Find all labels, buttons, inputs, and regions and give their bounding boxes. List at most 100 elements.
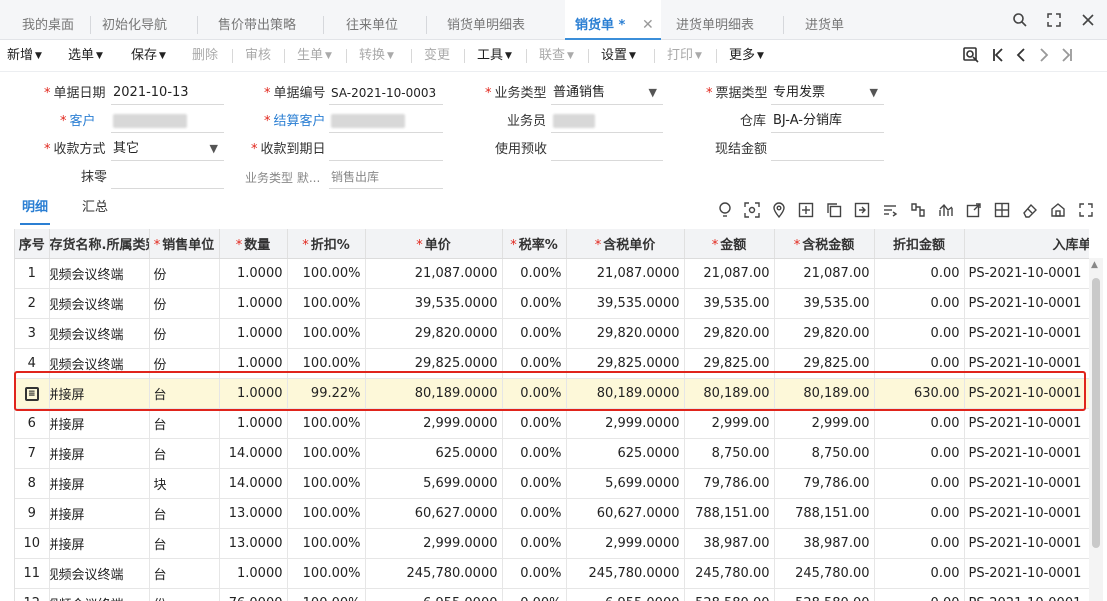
table-cell[interactable]: 245,780.00: [774, 558, 875, 589]
table-cell[interactable]: 0.00%: [502, 528, 567, 559]
table-cell[interactable]: 6,955.0000: [566, 588, 685, 601]
table-cell[interactable]: 2,999.0000: [566, 408, 685, 439]
table-cell[interactable]: 2,999.0000: [365, 528, 503, 559]
table-cell[interactable]: 2,999.0000: [365, 408, 503, 439]
table-cell[interactable]: PS-2021-10-0001: [964, 438, 1089, 469]
table-cell[interactable]: 0.00: [874, 408, 965, 439]
more-button[interactable]: 更多 ▼: [729, 48, 764, 64]
table-cell[interactable]: 13.0000: [219, 498, 288, 529]
table-cell[interactable]: 6: [15, 408, 50, 439]
query-button[interactable]: 联查 ▼: [539, 48, 574, 64]
scrollbar-thumb[interactable]: [1092, 278, 1100, 548]
table-cell[interactable]: 528,580.00: [774, 588, 875, 601]
table-cell[interactable]: 38,987.00: [684, 528, 775, 559]
biztype-select[interactable]: 普通销售 ▼: [551, 83, 663, 105]
search-icon[interactable]: [1010, 12, 1030, 32]
table-row[interactable]: 2 视频会议终端份 1.0000 100.00% 39,535.0000 0.00% 39,…: [15, 288, 1089, 319]
table-cell[interactable]: 2: [15, 288, 50, 319]
table-cell[interactable]: 0.00: [874, 438, 965, 469]
table-cell[interactable]: 6,955.0000: [365, 588, 503, 601]
table-cell[interactable]: 625.0000: [566, 438, 685, 469]
table-cell[interactable]: 0.00%: [502, 438, 567, 469]
table-cell[interactable]: 0.00: [874, 258, 965, 289]
export-icon[interactable]: [966, 202, 982, 223]
table-cell[interactable]: 39,535.00: [684, 288, 775, 319]
table-row[interactable]: 8 拼接屏块 14.0000 100.00% 5,699.0000 0.00% 5,699.…: [15, 468, 1089, 499]
table-row[interactable]: 10 拼接屏台 13.0000 100.00% 2,999.0000 0.00% 2,999…: [15, 528, 1089, 559]
split-icon[interactable]: [910, 202, 926, 223]
table-cell[interactable]: 0.00%: [502, 408, 567, 439]
column-header[interactable]: * 数量: [219, 229, 288, 259]
table-cell[interactable]: 视频会议终端: [49, 288, 150, 319]
table-cell[interactable]: 2,999.00: [774, 408, 875, 439]
table-cell[interactable]: 100.00%: [287, 588, 366, 601]
next-record-icon[interactable]: [1037, 46, 1051, 69]
table-cell[interactable]: 60,627.0000: [365, 498, 503, 529]
table-cell[interactable]: 100.00%: [287, 318, 366, 349]
table-cell[interactable]: 39,535.00: [774, 288, 875, 319]
fullscreen-icon[interactable]: [1078, 202, 1094, 223]
settle-customer-label[interactable]: * 结算客户: [264, 114, 326, 130]
table-cell[interactable]: 台: [149, 498, 220, 529]
table-cell[interactable]: 视频会议终端: [49, 318, 150, 349]
settle-customer-field[interactable]: [329, 111, 443, 133]
table-cell[interactable]: 2,999.00: [684, 408, 775, 439]
table-cell[interactable]: 0.00%: [502, 558, 567, 589]
table-cell[interactable]: PS-2021-10-0001: [964, 288, 1089, 319]
date-field[interactable]: 2021-10-13: [111, 83, 224, 105]
table-cell[interactable]: 29,820.00: [684, 318, 775, 349]
table-cell[interactable]: 7: [15, 438, 50, 469]
table-cell[interactable]: 79,786.00: [684, 468, 775, 499]
table-cell[interactable]: 0.00%: [502, 588, 567, 601]
table-cell[interactable]: 100.00%: [287, 468, 366, 499]
scan-icon[interactable]: [744, 202, 760, 223]
filter-icon[interactable]: [882, 202, 898, 223]
table-cell[interactable]: 38,987.00: [774, 528, 875, 559]
table-row[interactable]: 9 拼接屏台 13.0000 100.00% 60,627.0000 0.00% 60,62…: [15, 498, 1089, 529]
table-cell[interactable]: 100.00%: [287, 258, 366, 289]
table-cell[interactable]: 60,627.0000: [566, 498, 685, 529]
cash-field[interactable]: [771, 139, 884, 161]
restore-icon[interactable]: [1044, 12, 1064, 32]
table-cell[interactable]: 0.00: [874, 588, 965, 601]
table-cell[interactable]: 12: [15, 588, 50, 601]
table-cell[interactable]: 245,780.0000: [566, 558, 685, 589]
table-cell[interactable]: 台: [149, 528, 220, 559]
table-cell[interactable]: 79,786.00: [774, 468, 875, 499]
table-cell[interactable]: 0.00: [874, 498, 965, 529]
location-icon[interactable]: [772, 202, 786, 223]
table-cell[interactable]: 29,820.0000: [365, 318, 503, 349]
close-icon[interactable]: ✕: [642, 16, 654, 34]
table-cell[interactable]: 0.00: [874, 318, 965, 349]
print-button[interactable]: 打印 ▼: [667, 48, 702, 64]
column-header[interactable]: * 含税金额: [774, 229, 875, 259]
table-cell[interactable]: 0.00: [874, 468, 965, 499]
new-button[interactable]: 新增 ▼: [7, 48, 42, 64]
column-header[interactable]: * 税率%: [502, 229, 567, 259]
table-cell[interactable]: 3: [15, 318, 50, 349]
table-cell[interactable]: 528,580.00: [684, 588, 775, 601]
table-cell[interactable]: 245,780.00: [684, 558, 775, 589]
select-doc-button[interactable]: 选单 ▼: [68, 48, 103, 64]
table-cell[interactable]: 100.00%: [287, 408, 366, 439]
table-cell[interactable]: 625.0000: [365, 438, 503, 469]
table-cell[interactable]: 1.0000: [219, 318, 288, 349]
settings-button[interactable]: 设置 ▼: [601, 48, 636, 64]
vertical-scrollbar[interactable]: ▲: [1089, 258, 1103, 601]
prev-record-icon[interactable]: [1014, 46, 1028, 69]
invtype-select[interactable]: 专用发票 ▼: [771, 83, 884, 105]
table-cell[interactable]: 788,151.00: [774, 498, 875, 529]
table-cell[interactable]: 1.0000: [219, 258, 288, 289]
column-header[interactable]: * 金额: [684, 229, 775, 259]
table-cell[interactable]: 拼接屏: [49, 498, 150, 529]
prepay-field[interactable]: [551, 139, 663, 161]
table-cell[interactable]: 块: [149, 468, 220, 499]
table-cell[interactable]: PS-2021-10-0001: [964, 468, 1089, 499]
table-cell[interactable]: 245,780.0000: [365, 558, 503, 589]
table-cell[interactable]: 100.00%: [287, 288, 366, 319]
table-row[interactable]: 12视频会议终端份76.0000100.00%6,955.00000.00%6,…: [15, 588, 1089, 601]
payment-select[interactable]: 其它 ▼: [111, 139, 224, 161]
customer-field[interactable]: [111, 111, 224, 133]
table-row[interactable]: 6 拼接屏台 1.0000 100.00% 2,999.0000 0.00% 2,999.0…: [15, 408, 1089, 439]
table-cell[interactable]: 视频会议终端: [49, 588, 150, 601]
